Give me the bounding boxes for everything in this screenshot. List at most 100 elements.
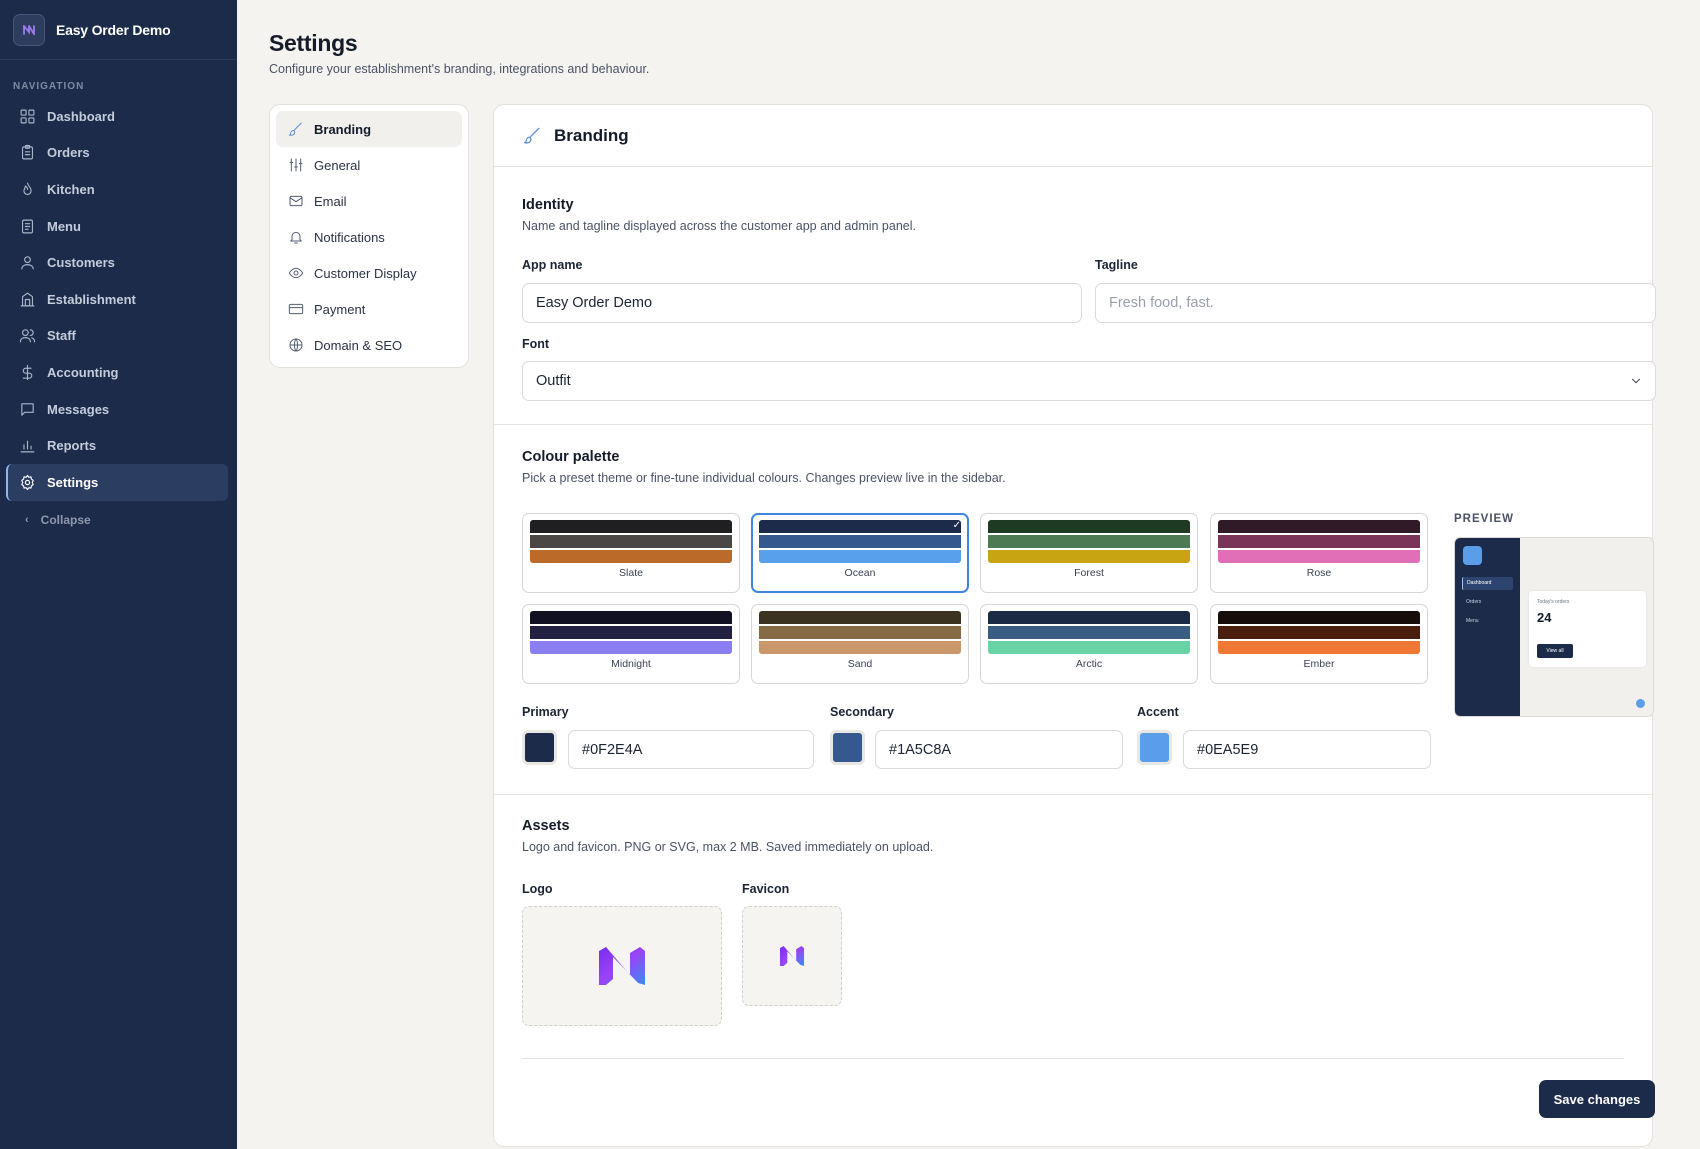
preview-label: PREVIEW bbox=[1454, 513, 1515, 525]
app-name-label: App name bbox=[522, 258, 583, 272]
eye-icon bbox=[288, 267, 304, 279]
preview-button: View all bbox=[1537, 644, 1573, 658]
theme-option-arctic[interactable]: Arctic bbox=[980, 604, 1198, 684]
check-icon: ✓ bbox=[952, 520, 961, 531]
preview-card-caption: Today's orders bbox=[1537, 599, 1570, 605]
theme-name: Slate bbox=[619, 567, 643, 579]
subnav-item-general[interactable]: General bbox=[276, 147, 462, 183]
building-icon bbox=[20, 292, 35, 307]
subnav-item-payment[interactable]: Payment bbox=[276, 291, 462, 327]
collapse-label: Collapse bbox=[40, 513, 91, 527]
sidebar-item-menu[interactable]: Menu bbox=[6, 208, 228, 245]
theme-color-bar bbox=[530, 626, 732, 639]
primary-label: Primary bbox=[522, 705, 569, 719]
subnav-item-label: Notifications bbox=[314, 229, 385, 245]
theme-color-bar bbox=[1218, 550, 1420, 563]
identity-title: Identity bbox=[522, 197, 574, 213]
collapse-button[interactable]: ‹ Collapse bbox=[25, 513, 91, 527]
sidebar-item-label: Customers bbox=[47, 255, 115, 271]
tagline-input[interactable] bbox=[1095, 283, 1656, 323]
theme-preview: Dashboard Orders Menu Today's orders 24 … bbox=[1454, 537, 1654, 717]
theme-option-rose[interactable]: Rose bbox=[1210, 513, 1428, 593]
font-select[interactable]: Outfit bbox=[522, 361, 1656, 401]
sidebar-item-staff[interactable]: Staff bbox=[6, 318, 228, 355]
sidebar-item-reports[interactable]: Reports bbox=[6, 427, 228, 464]
logo-upload[interactable] bbox=[522, 906, 722, 1026]
theme-option-sand[interactable]: Sand bbox=[751, 604, 969, 684]
sidebar-item-label: Establishment bbox=[47, 291, 136, 307]
theme-name: Rose bbox=[1306, 567, 1332, 579]
theme-option-slate[interactable]: Slate bbox=[522, 513, 740, 593]
divider bbox=[494, 424, 1652, 425]
sidebar-item-establishment[interactable]: Establishment bbox=[6, 281, 228, 318]
subnav-item-customer-display[interactable]: Customer Display bbox=[276, 255, 462, 291]
favicon-label: Favicon bbox=[742, 882, 790, 896]
sidebar-item-accounting[interactable]: Accounting bbox=[6, 354, 228, 391]
subnav-item-branding[interactable]: Branding bbox=[276, 111, 462, 147]
theme-color-bar bbox=[530, 520, 732, 533]
secondary-color-swatch[interactable] bbox=[830, 730, 865, 765]
clipboard-icon bbox=[21, 145, 34, 160]
subnav-item-notifications[interactable]: Notifications bbox=[276, 219, 462, 255]
theme-color-bar bbox=[759, 520, 961, 533]
theme-option-ember[interactable]: Ember bbox=[1210, 604, 1428, 684]
brush-icon bbox=[288, 122, 302, 136]
subnav-item-label: Customer Display bbox=[314, 265, 417, 281]
save-button[interactable]: Save changes bbox=[1539, 1080, 1655, 1118]
subnav-item-email[interactable]: Email bbox=[276, 183, 462, 219]
message-icon bbox=[21, 402, 34, 416]
preview-card-value: 24 bbox=[1537, 610, 1552, 625]
app-name-input[interactable] bbox=[522, 283, 1082, 323]
theme-option-ocean[interactable]: Ocean ✓ bbox=[751, 513, 969, 593]
preview-logo bbox=[1463, 546, 1482, 565]
bar-chart-icon bbox=[20, 440, 35, 453]
accent-color-input[interactable] bbox=[1183, 730, 1431, 769]
font-select-value: Outfit bbox=[536, 373, 571, 389]
brand[interactable]: Easy Order Demo bbox=[0, 0, 237, 60]
theme-color-bar bbox=[759, 535, 961, 548]
sidebar-item-label: Staff bbox=[47, 328, 76, 344]
sidebar-item-label: Messages bbox=[47, 401, 110, 417]
favicon-upload[interactable] bbox=[742, 906, 842, 1006]
theme-name: Sand bbox=[847, 658, 873, 670]
sidebar-item-dashboard[interactable]: Dashboard bbox=[6, 98, 228, 135]
book-icon bbox=[21, 219, 34, 234]
theme-color-bar bbox=[1218, 641, 1420, 654]
identity-section: Identity Name and tagline displayed acro… bbox=[522, 197, 1624, 233]
primary-color-swatch[interactable] bbox=[522, 730, 557, 765]
theme-option-forest[interactable]: Forest bbox=[980, 513, 1198, 593]
secondary-color-input[interactable] bbox=[875, 730, 1123, 769]
theme-name: Arctic bbox=[1075, 658, 1103, 670]
accent-label: Accent bbox=[1137, 705, 1179, 719]
theme-option-midnight[interactable]: Midnight bbox=[522, 604, 740, 684]
preview-nav-item: Dashboard bbox=[1462, 577, 1513, 590]
users-icon bbox=[19, 329, 36, 343]
theme-color-bar bbox=[530, 611, 732, 624]
grid-icon bbox=[20, 109, 35, 124]
dollar-icon bbox=[22, 364, 33, 381]
palette-description: Pick a preset theme or fine-tune individ… bbox=[522, 471, 1006, 485]
primary-color-input[interactable] bbox=[568, 730, 814, 769]
page-title: Settings bbox=[269, 30, 358, 56]
branding-card: Branding Identity Name and tagline displ… bbox=[493, 104, 1656, 1147]
assets-section: Assets Logo and favicon. PNG or SVG, max… bbox=[522, 818, 1624, 854]
palette-section: Colour palette Pick a preset theme or fi… bbox=[522, 449, 1624, 485]
theme-color-bar bbox=[759, 550, 961, 563]
font-label: Font bbox=[522, 337, 550, 351]
sidebar-item-customers[interactable]: Customers bbox=[6, 244, 228, 281]
divider bbox=[494, 794, 1652, 795]
accent-color-swatch[interactable] bbox=[1137, 730, 1172, 765]
card-icon bbox=[288, 303, 304, 315]
sidebar-item-messages[interactable]: Messages bbox=[6, 391, 228, 428]
gear-icon bbox=[21, 474, 34, 490]
page-subtitle: Configure your establishment's branding,… bbox=[269, 62, 650, 76]
divider bbox=[522, 1058, 1624, 1059]
sidebar-item-label: Dashboard bbox=[47, 108, 115, 124]
subnav-item-domain-seo[interactable]: Domain & SEO bbox=[276, 327, 462, 363]
sidebar-item-kitchen[interactable]: Kitchen bbox=[6, 171, 228, 208]
sidebar-item-orders[interactable]: Orders bbox=[6, 135, 228, 172]
sidebar-item-settings[interactable]: Settings bbox=[6, 463, 228, 501]
theme-color-bar bbox=[988, 641, 1190, 654]
preview-nav-item: Orders bbox=[1466, 599, 1482, 605]
sliders-icon bbox=[289, 158, 303, 172]
